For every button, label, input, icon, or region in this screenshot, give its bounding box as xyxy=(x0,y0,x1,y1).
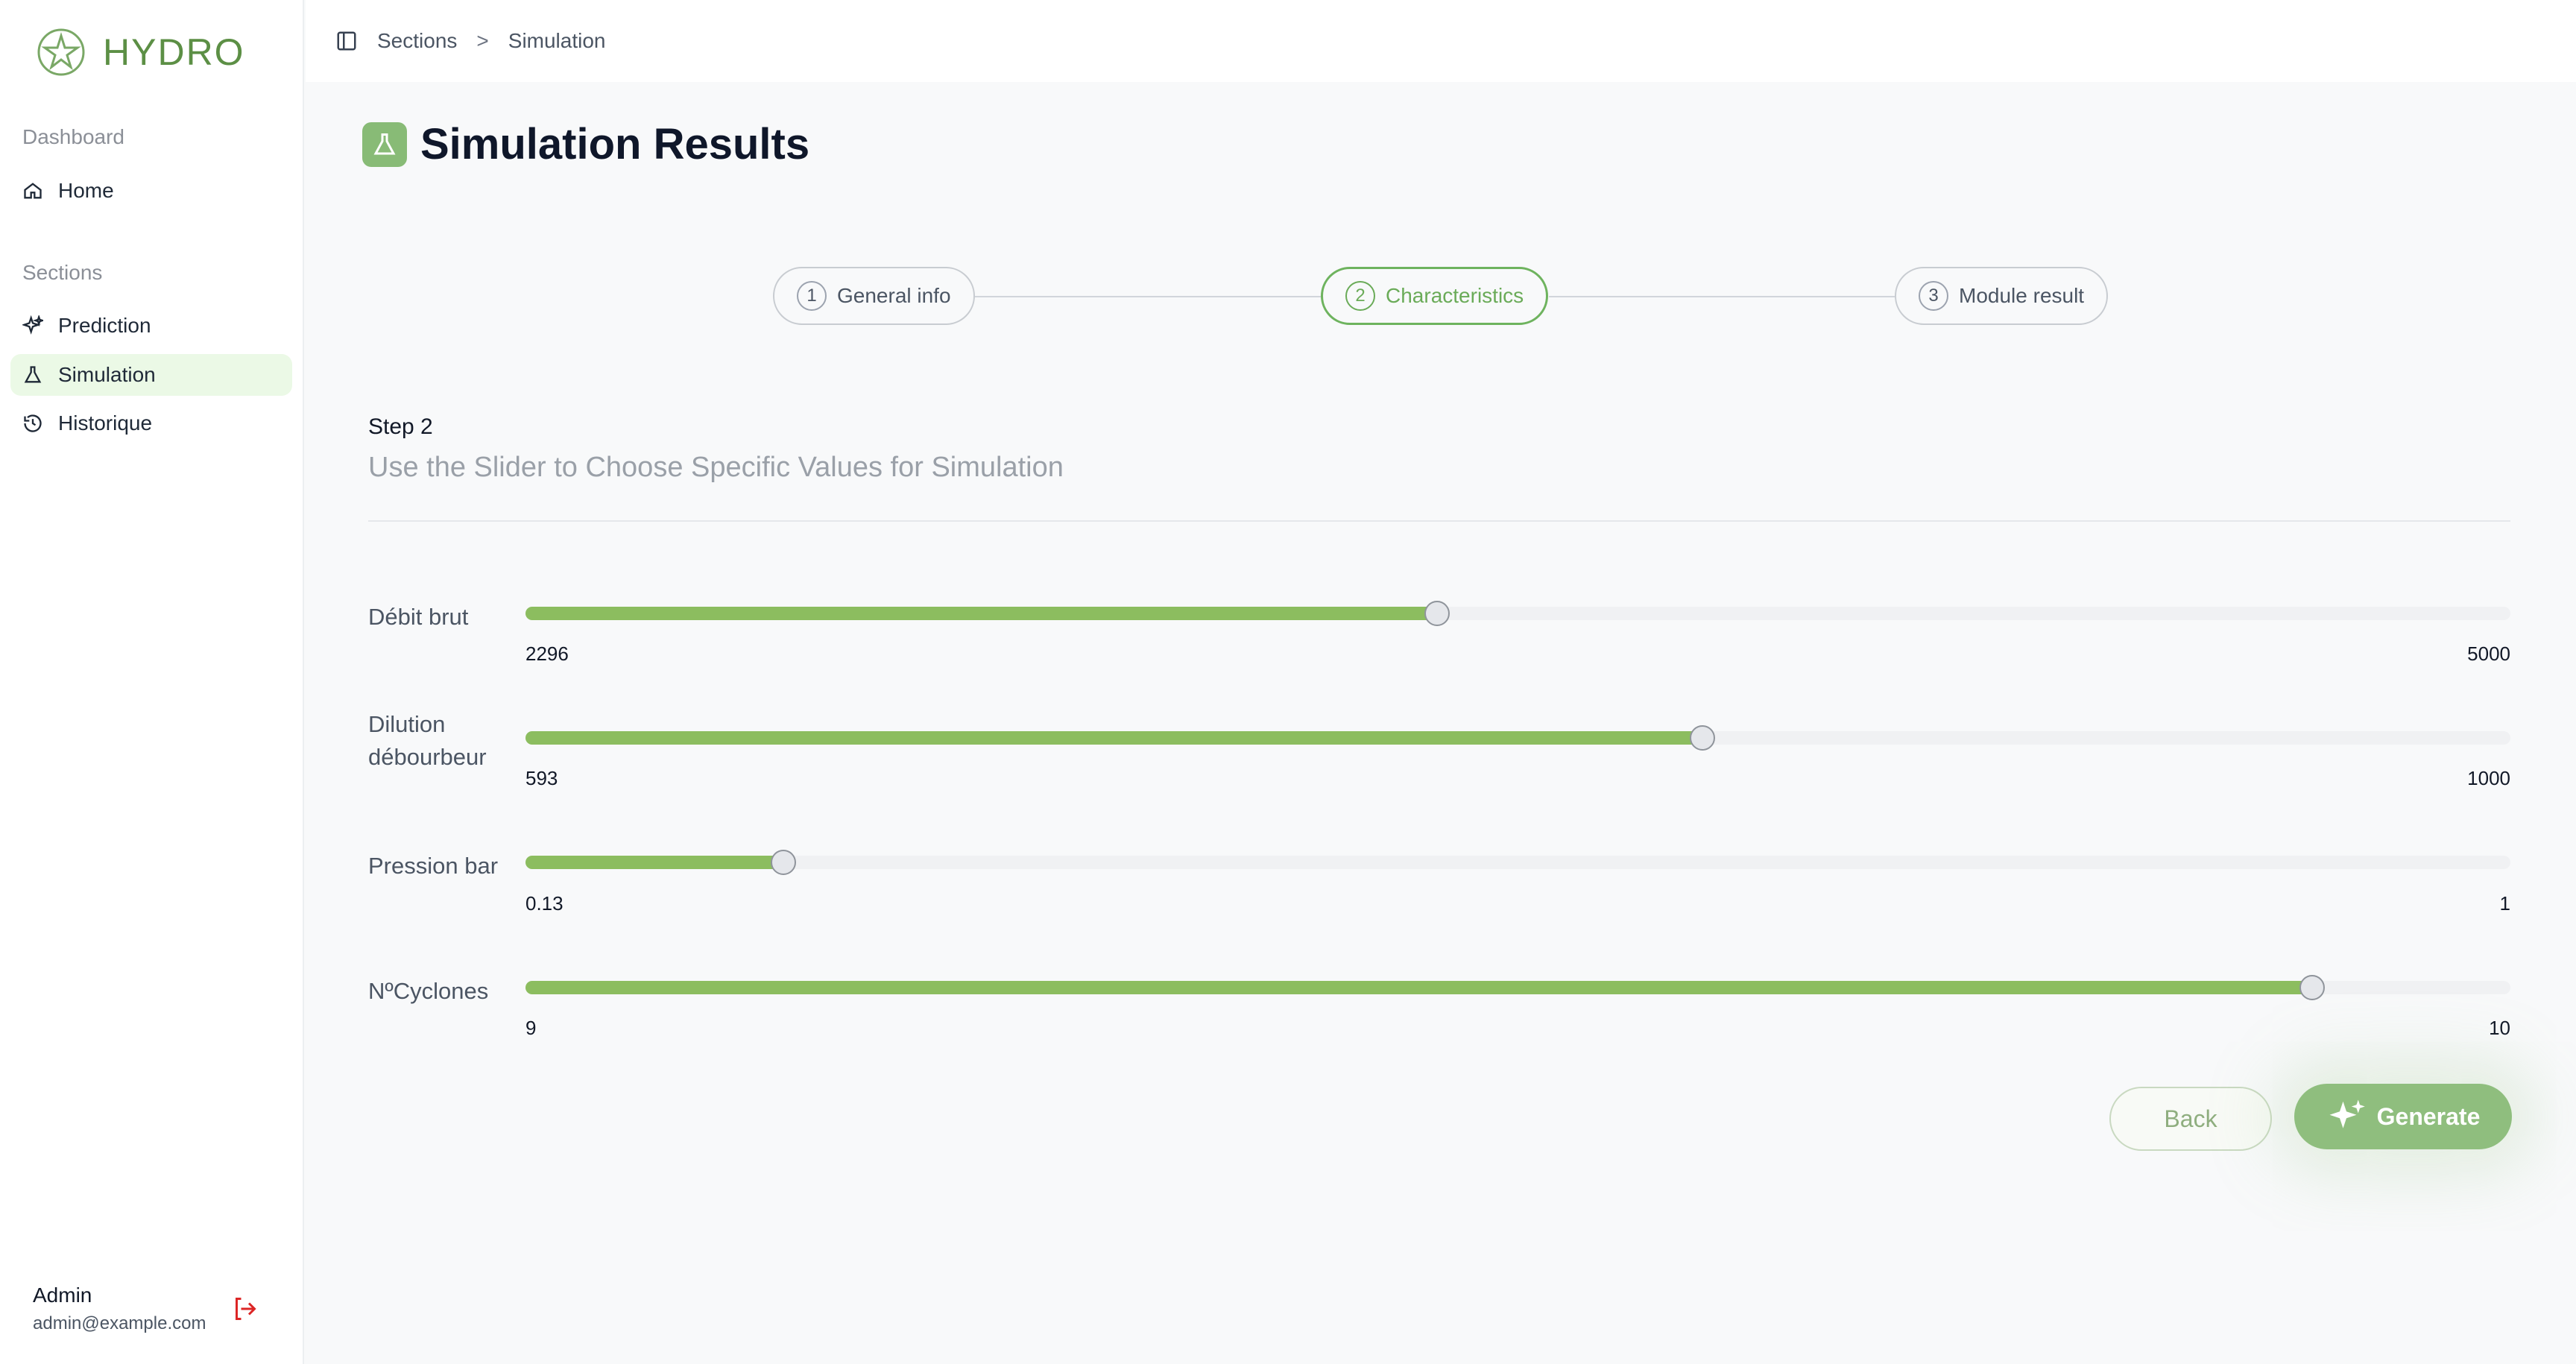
slider-pression-bar[interactable] xyxy=(525,850,2510,875)
logout-icon[interactable] xyxy=(231,1295,258,1322)
step-module-result[interactable]: 3 Module result xyxy=(1895,267,2109,325)
step-number: 1 xyxy=(797,281,827,311)
sidebar-item-historique[interactable]: Historique xyxy=(10,402,292,444)
sparkles-icon xyxy=(2329,1099,2365,1128)
sparkles-icon xyxy=(22,315,43,335)
slider-fill xyxy=(525,856,784,869)
back-button[interactable]: Back xyxy=(2109,1087,2272,1151)
slider-thumb[interactable] xyxy=(1690,725,1716,751)
page-title: Simulation Results xyxy=(362,119,809,169)
stepper-connector xyxy=(1549,296,1895,297)
history-icon xyxy=(24,414,42,432)
user-email: admin@example.com xyxy=(33,1313,206,1333)
slider-debit-brut[interactable] xyxy=(525,601,2510,626)
sidebar: HYDRO Dashboard Home Sections Prediction… xyxy=(0,0,304,1364)
step-general-info[interactable]: 1 General info xyxy=(773,267,975,325)
sidebar-item-prediction[interactable]: Prediction xyxy=(10,305,292,347)
slider-max: 10 xyxy=(2489,1017,2510,1039)
slider-fill xyxy=(525,731,1703,745)
hydro-emblem-icon xyxy=(37,28,85,76)
slider-value: 9 xyxy=(525,1017,537,1039)
section-title-dashboard: Dashboard xyxy=(22,125,124,148)
slider-thumb[interactable] xyxy=(771,850,797,875)
slider-ncyclones[interactable] xyxy=(525,975,2510,1000)
home-icon xyxy=(24,183,42,199)
slider-value: 593 xyxy=(525,767,558,789)
slider-label-dilution-debourbeur: Dilution débourbeur xyxy=(368,711,487,770)
slider-label-ncyclones: NºCyclones xyxy=(368,978,489,1004)
sidebar-item-home[interactable]: Home xyxy=(10,170,292,212)
generate-button[interactable]: Generate xyxy=(2294,1084,2512,1149)
generate-label: Generate xyxy=(2376,1102,2481,1130)
breadcrumb-simulation: Simulation xyxy=(508,29,606,52)
slider-value: 0.13 xyxy=(525,892,564,915)
step-number: 2 xyxy=(1345,281,1375,311)
flask-icon xyxy=(373,133,396,154)
divider xyxy=(368,520,2510,522)
slider-max: 1000 xyxy=(2467,767,2510,789)
sidebar-toggle-icon[interactable] xyxy=(335,30,358,52)
breadcrumb-separator: > xyxy=(476,29,489,52)
slider-fill xyxy=(525,981,2312,994)
slider-dilution-debourbeur[interactable] xyxy=(525,725,2510,751)
sidebar-item-label: Home xyxy=(58,179,114,202)
stepper-connector xyxy=(973,296,1321,297)
slider-fill xyxy=(525,607,1437,620)
slider-label-debit-brut: Débit brut xyxy=(368,604,469,630)
step-subtitle: Use the Slider to Choose Specific Values… xyxy=(368,452,1064,483)
slider-thumb[interactable] xyxy=(2299,975,2325,1000)
sidebar-item-label: Historique xyxy=(58,411,153,435)
step-label: General info xyxy=(837,284,951,307)
user-name: Admin xyxy=(33,1284,92,1307)
step-number: 3 xyxy=(1919,281,1948,311)
sidebar-item-simulation[interactable]: Simulation xyxy=(10,354,292,396)
topbar: Sections > Simulation xyxy=(306,0,2576,82)
slider-max: 5000 xyxy=(2467,642,2510,665)
step-label: Characteristics xyxy=(1386,284,1524,307)
brand-name: HYDRO xyxy=(103,31,245,73)
step-label: Module result xyxy=(1959,284,2085,307)
sidebar-item-label: Prediction xyxy=(58,314,151,337)
slider-thumb[interactable] xyxy=(1424,601,1450,626)
slider-max: 1 xyxy=(2499,892,2510,915)
flask-icon xyxy=(24,366,42,383)
slider-value: 2296 xyxy=(525,642,569,665)
breadcrumb-sections[interactable]: Sections xyxy=(377,29,457,53)
step-characteristics[interactable]: 2 Characteristics xyxy=(1321,267,1549,325)
step-heading: Step 2 xyxy=(368,414,433,439)
brand-logo[interactable]: HYDRO xyxy=(36,27,245,78)
page-title-text: Simulation Results xyxy=(420,120,810,168)
user-profile: Admin admin@example.com xyxy=(33,1284,206,1334)
sidebar-item-label: Simulation xyxy=(58,363,156,386)
slider-label-pression-bar: Pression bar xyxy=(368,853,499,879)
section-title-sections: Sections xyxy=(22,261,103,284)
title-badge xyxy=(362,121,407,167)
